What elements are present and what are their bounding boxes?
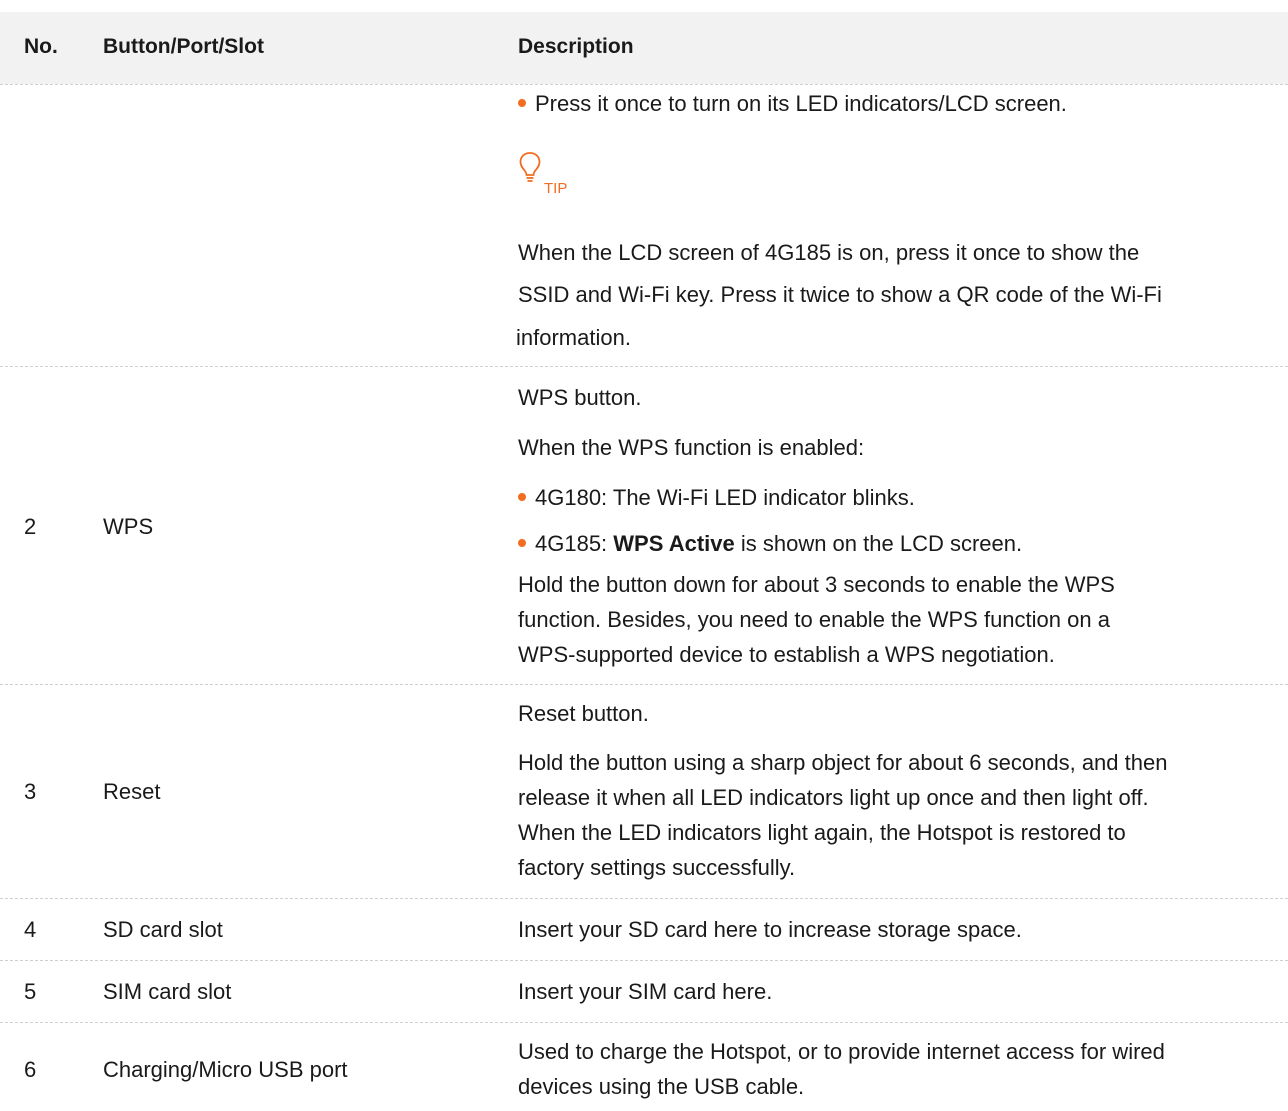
row6-no: 6: [24, 1057, 37, 1082]
row2-hold-line-1: Hold the button down for about 3 seconds…: [518, 572, 1115, 597]
bullet-dot-icon: [518, 99, 526, 108]
row4-desc: Insert your SD card here to increase sto…: [518, 917, 1022, 942]
tip-line-1: When the LCD screen of 4G185 is on, pres…: [518, 240, 1140, 265]
row6-desc-line-2: devices using the USB cable.: [518, 1074, 805, 1099]
row6-desc-line-1: Used to charge the Hotspot, or to provid…: [518, 1039, 1165, 1064]
row2-no: 2: [24, 514, 37, 539]
row6-item-charging-micro-usb-port: Charging/Micro USB port: [103, 1057, 348, 1082]
row1-bullet-press-once: Press it once to turn on its LED indicat…: [516, 91, 1067, 117]
row2-bullet-2: 4G185: WPS Active is shown on the LCD sc…: [516, 531, 1022, 557]
row3-hold-line-2: release it when all LED indicators light…: [518, 785, 1149, 810]
lightbulb-icon: [519, 152, 541, 182]
row2-desc-when: When the WPS function is enabled:: [518, 435, 865, 460]
row2-bottom-rule: [0, 684, 1288, 685]
row5-bottom-rule: [0, 1022, 1288, 1023]
row1-bottom-rule: [0, 366, 1288, 367]
tip-line-2: SSID and Wi-Fi key. Press it twice to sh…: [518, 282, 1162, 307]
row2-bullet-1: 4G180: The Wi-Fi LED indicator blinks.: [516, 485, 915, 511]
row3-hold-line-3: When the LED indicators light again, the…: [518, 820, 1126, 845]
row2-hold-line-2: function. Besides, you need to enable th…: [518, 607, 1110, 632]
bullet-dot-icon: [518, 493, 526, 502]
row4-no: 4: [24, 917, 37, 942]
row3-desc-title: Reset button.: [518, 701, 649, 726]
row5-item-sim-card-slot: SIM card slot: [103, 979, 232, 1004]
header-description: Description: [518, 35, 634, 58]
row3-bottom-rule: [0, 898, 1288, 899]
row4-bottom-rule: [0, 960, 1288, 961]
row5-no: 5: [24, 979, 37, 1004]
row3-no: 3: [24, 779, 37, 804]
tip-block: TIP: [518, 150, 567, 200]
row2-hold-line-3: WPS-supported device to establish a WPS …: [518, 642, 1055, 667]
header-no: No.: [24, 35, 58, 58]
row4-item-sd-card-slot: SD card slot: [103, 917, 223, 942]
header-button-port-slot: Button/Port/Slot: [103, 35, 264, 58]
bullet-dot-icon: [518, 539, 526, 548]
tip-line-3: information.: [516, 325, 631, 350]
tip-label: TIP: [544, 180, 568, 197]
row3-hold-line-1: Hold the button using a sharp object for…: [518, 750, 1168, 775]
row2-item-wps: WPS: [103, 514, 154, 539]
row3-hold-line-4: factory settings successfully.: [518, 855, 796, 880]
header-bottom-rule: [0, 84, 1288, 85]
row2-desc-title: WPS button.: [518, 385, 642, 410]
row3-item-reset: Reset: [103, 779, 161, 804]
row5-desc: Insert your SIM card here.: [518, 979, 773, 1004]
